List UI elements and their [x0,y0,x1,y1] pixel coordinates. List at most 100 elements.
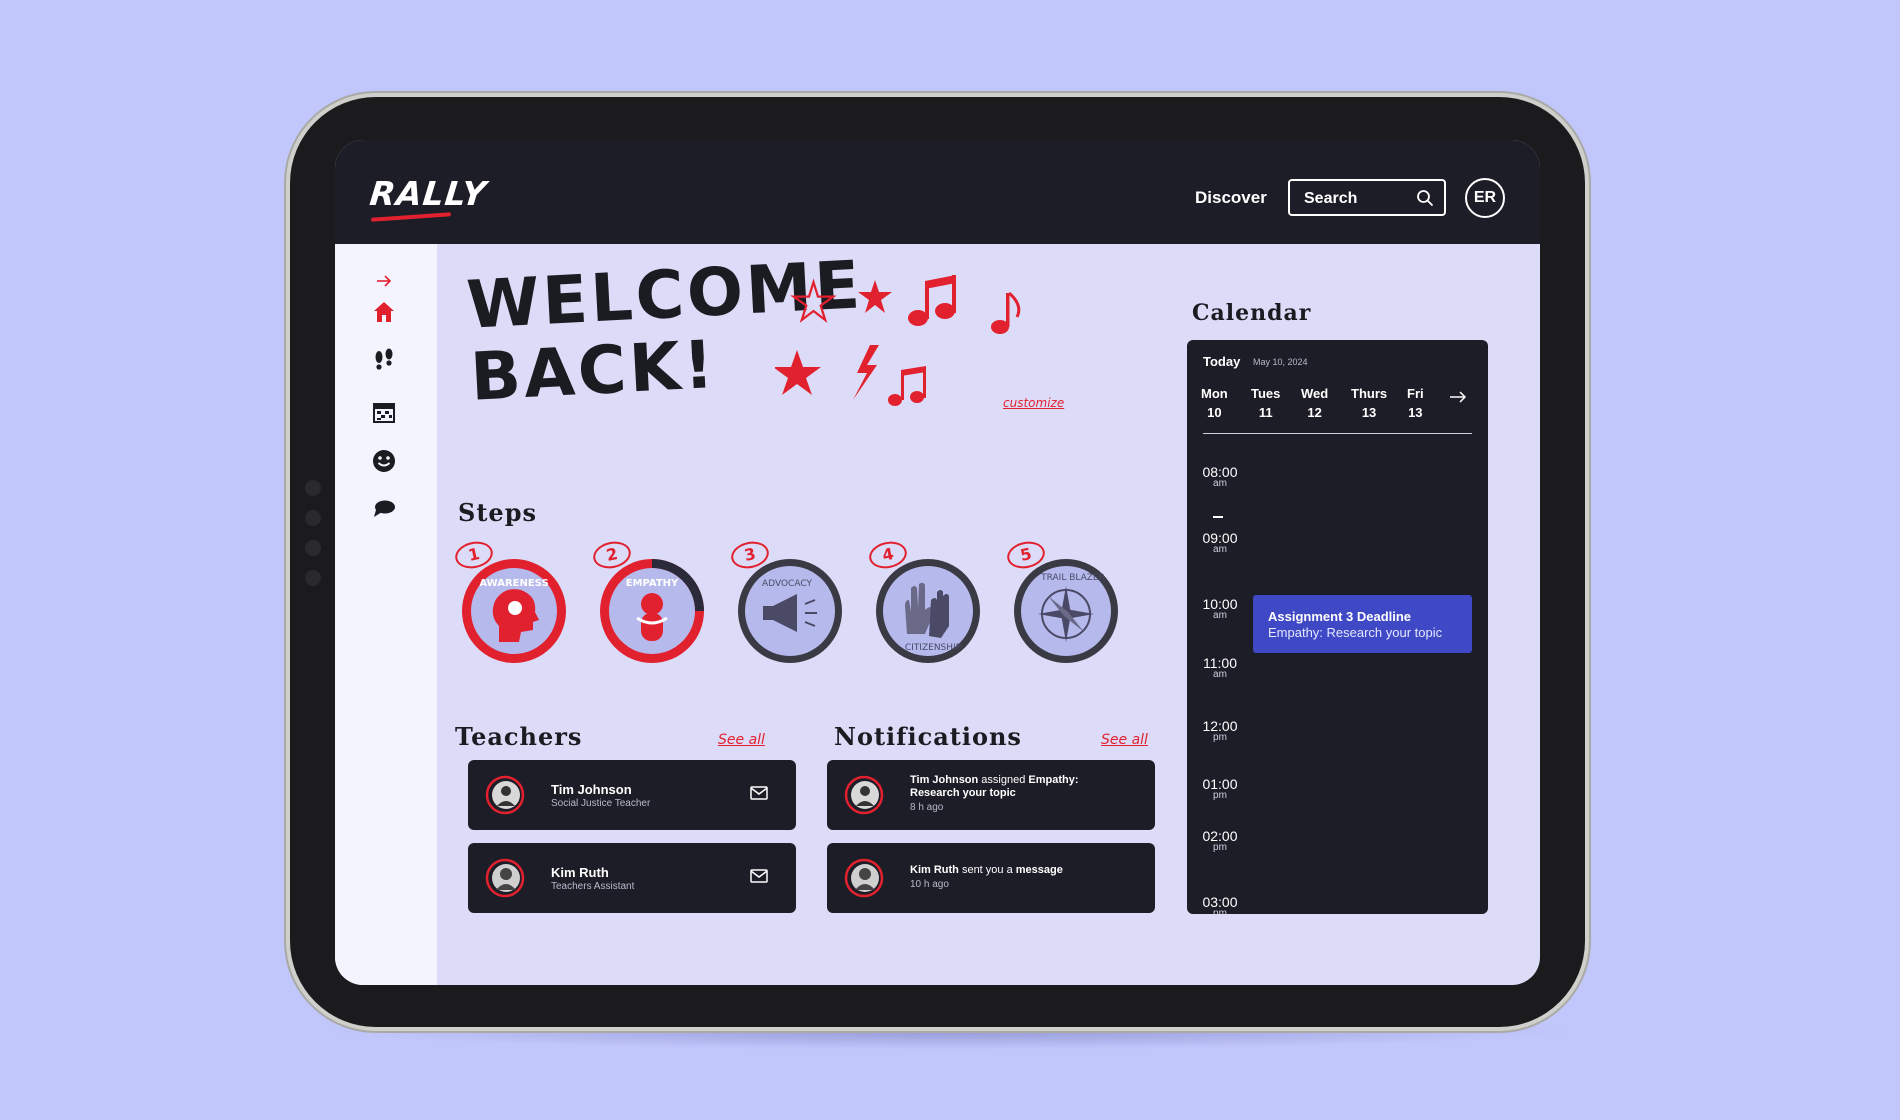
current-time-marker [1213,516,1223,518]
day-number: 11 [1258,405,1273,420]
step-trail-blazer[interactable]: TRAIL BLAZER 5 [1004,538,1121,664]
time-ampm: am [1213,610,1227,621]
day-name: Tues [1251,386,1281,401]
sidebar [335,244,437,985]
current-date: May 10, 2024 [1253,357,1308,367]
hands-badge-icon: CITIZENSHIP [876,559,980,663]
day-number: 13 [1361,405,1377,420]
time-slot-label: 08:00 am [1187,464,1253,489]
notifications-see-all-link[interactable]: See all [1101,732,1148,748]
customize-link[interactable]: customize [1003,396,1064,410]
notification-time: 10 h ago [910,879,949,890]
avatar [844,775,884,815]
avatar [844,858,884,898]
avatar [485,858,525,898]
step-label: CITIZENSHIP [905,643,962,653]
time-slot-label: 11:00 am [1187,655,1253,680]
notification-verb: sent you a [958,864,1016,876]
teacher-name: Tim Johnson [551,782,632,797]
discover-link[interactable]: Discover [1195,188,1267,208]
notifications-title: Notifications [834,722,1022,751]
doodle-decoration-icon [775,275,1021,406]
step-label: ADVOCACY [762,579,812,589]
smiley-icon[interactable] [371,448,397,474]
day-name: Mon [1201,386,1228,401]
step-label: EMPATHY [626,578,679,589]
step-empathy[interactable]: EMPATHY 2 [590,538,707,664]
search-icon[interactable] [1416,189,1434,207]
notification-time: 8 h ago [910,802,944,813]
calendar-icon[interactable] [371,399,397,425]
notification-verb: assigned [978,774,1029,786]
volume-button [392,91,444,96]
teacher-name: Kim Ruth [551,865,609,880]
day-name: Fri [1407,386,1424,401]
volume-button [456,91,508,96]
day-number: 10 [1207,405,1222,420]
teacher-card[interactable]: Tim Johnson Social Justice Teacher [468,760,796,830]
day-column-header[interactable]: Thurs 13 [1351,386,1387,420]
event-title: Assignment 3 Deadline [1268,609,1412,624]
day-column-header[interactable]: Tues 11 [1251,386,1280,420]
time-ampm: pm [1213,732,1227,743]
user-avatar[interactable]: ER [1465,178,1505,218]
time-slot-label: 09:00 am [1187,530,1253,555]
megaphone-badge-icon: ADVOCACY [738,559,842,663]
time-slot-label: 01:00 pm [1187,776,1253,801]
step-label: AWARENESS [479,578,548,589]
step-citizenship[interactable]: CITIZENSHIP 4 [866,538,983,664]
chat-bubble-icon[interactable] [371,496,397,522]
time-slot-label: 12:00 pm [1187,718,1253,743]
day-column-header[interactable]: Fri 13 [1407,386,1424,420]
calendar-panel: Today May 10, 2024 Mon 10 Tues 11 Wed 12 Th… [1187,340,1488,914]
footsteps-icon[interactable] [371,347,397,373]
empathy-badge-icon: EMPATHY [600,559,704,663]
steps-title: Steps [458,498,537,527]
day-column-header[interactable]: Mon 10 [1201,386,1228,420]
mail-icon[interactable] [750,786,768,800]
notification-text: Kim Ruth sent you a message [910,864,1110,877]
notification-actor: Kim Ruth [910,864,959,876]
home-icon[interactable] [371,299,397,325]
notification-text: Tim Johnson assigned Empathy: Research y… [910,774,1110,800]
step-advocacy[interactable]: ADVOCACY 3 [728,538,845,664]
day-name: Thurs [1351,386,1388,401]
teacher-card[interactable]: Kim Ruth Teachers Assistant [468,843,796,913]
compass-badge-icon: TRAIL BLAZER [1014,559,1118,663]
time-ampm: am [1213,478,1227,489]
teachers-see-all-link[interactable]: See all [718,732,765,748]
search-box[interactable] [1288,179,1446,216]
teachers-title: Teachers [455,722,583,751]
day-number: 12 [1307,405,1322,420]
time-slot-label: 03:00 pm [1187,894,1253,914]
calendar-title: Calendar [1192,300,1312,326]
time-ampm: am [1213,544,1227,555]
step-label: TRAIL BLAZER [1040,573,1105,583]
awareness-badge-icon: AWARENESS [462,559,566,663]
today-button[interactable]: Today [1203,354,1240,369]
arrow-right-icon[interactable] [371,268,397,294]
notification-object: message [1015,864,1063,876]
search-input[interactable] [1302,187,1406,211]
time-slot-label: 02:00 pm [1187,828,1253,853]
day-number: 13 [1408,405,1423,420]
arrow-right-icon[interactable] [1449,390,1467,404]
day-name: Wed [1301,386,1329,401]
rally-logo[interactable]: RALLY [368,174,489,213]
time-ampm: pm [1213,790,1227,801]
notification-card[interactable]: Kim Ruth sent you a message 10 h ago [827,843,1155,913]
avatar [485,775,525,815]
top-navigation-bar: RALLY Discover ER [335,140,1540,244]
time-slot-label: 10:00 am [1187,596,1253,621]
time-ampm: pm [1213,842,1227,853]
step-awareness[interactable]: AWARENESS 1 [452,538,569,664]
teacher-role: Social Justice Teacher [551,798,651,809]
logo-underline [370,212,452,222]
mail-icon[interactable] [750,869,768,883]
calendar-event[interactable]: Assignment 3 Deadline Empathy: Research … [1253,595,1472,653]
event-subtitle: Empathy: Research your topic [1268,625,1443,640]
time-ampm: pm [1213,908,1227,915]
notification-card[interactable]: Tim Johnson assigned Empathy: Research y… [827,760,1155,830]
camera-sensors [305,480,323,630]
day-column-header[interactable]: Wed 12 [1301,386,1328,420]
